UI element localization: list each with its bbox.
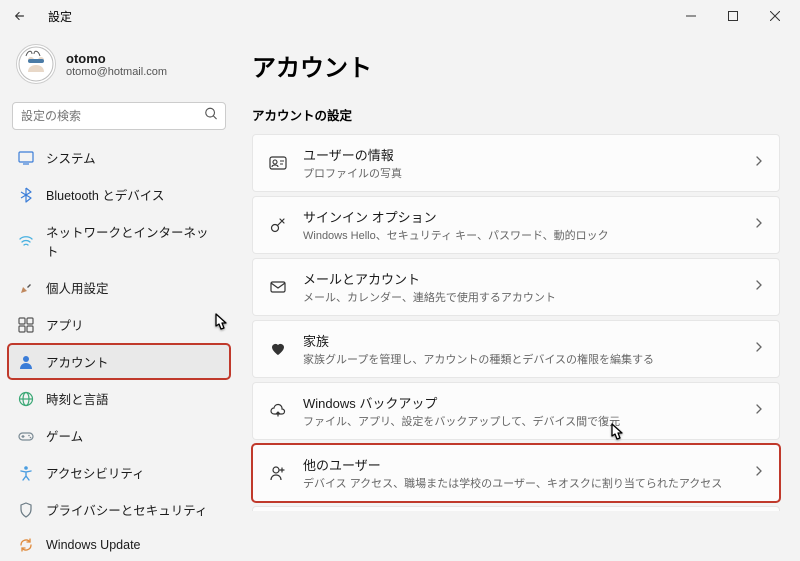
sidebar-item-personalization[interactable]: 個人用設定 [8,270,230,305]
shield-icon [18,502,34,518]
window-title: 設定 [48,8,72,25]
sidebar-item-label: ネットワークとインターネット [46,222,220,260]
setting-title: サインイン オプション [303,207,753,226]
heart-icon [267,340,289,358]
back-button[interactable] [4,0,36,32]
profile-name: otomo [66,51,167,66]
sidebar-item-label: 時刻と言語 [46,389,109,408]
chevron-right-icon [753,402,765,420]
setting-windows-backup[interactable]: Windows バックアップファイル、アプリ、設定をバックアップして、デバイス間… [252,382,780,440]
setting-your-info[interactable]: ユーザーの情報プロファイルの写真 [252,134,780,192]
profile-block[interactable]: otomo otomo@hotmail.com [8,32,230,102]
gamepad-icon [18,428,34,444]
setting-desc: デバイス アクセス、職場または学校のユーザー、キオスクに割り当てられたアクセス [303,475,753,491]
sidebar-item-label: Bluetooth とデバイス [46,185,164,204]
setting-title: メールとアカウント [303,269,753,288]
add-user-icon [267,464,289,482]
apps-icon [18,317,34,333]
accessibility-icon [18,465,34,481]
setting-signin-options[interactable]: サインイン オプションWindows Hello、セキュリティ キー、パスワード… [252,196,780,254]
setting-email-accounts[interactable]: メールとアカウントメール、カレンダー、連絡先で使用するアカウント [252,258,780,316]
setting-desc: メール、カレンダー、連絡先で使用するアカウント [303,289,753,305]
globe-icon [18,391,34,407]
sidebar-item-windows-update[interactable]: Windows Update [8,529,230,561]
chevron-right-icon [753,340,765,358]
update-icon [18,537,34,553]
minimize-button[interactable] [670,0,712,32]
sidebar-item-label: アクセシビリティ [46,463,145,482]
sidebar-item-label: プライバシーとセキュリティ [46,500,208,519]
setting-family[interactable]: 家族家族グループを管理し、アカウントの種類とデバイスの権限を編集する [252,320,780,378]
bluetooth-icon [18,187,34,203]
chevron-right-icon [753,464,765,482]
sidebar-item-label: Windows Update [46,538,141,552]
sidebar-item-privacy[interactable]: プライバシーとセキュリティ [8,492,230,527]
setting-title: Windows バックアップ [303,393,753,412]
arrow-left-icon [13,9,27,23]
close-icon [770,11,780,21]
chevron-right-icon [753,278,765,296]
setting-work-school[interactable]: 職場または学校へのアクセスメール、アプリ、ネットワークなどの組織リソース [252,506,780,511]
setting-other-users[interactable]: 他のユーザーデバイス アクセス、職場または学校のユーザー、キオスクに割り当てられ… [252,444,780,502]
sidebar-item-network[interactable]: ネットワークとインターネット [8,214,230,268]
setting-title: ユーザーの情報 [303,145,753,164]
avatar [16,44,56,84]
search-input[interactable] [12,102,226,130]
close-button[interactable] [754,0,796,32]
mail-icon [267,278,289,296]
setting-desc: プロファイルの写真 [303,165,753,181]
page-title: アカウント [252,48,780,83]
section-title: アカウントの設定 [252,105,780,124]
wifi-icon [18,233,34,249]
setting-desc: 家族グループを管理し、アカウントの種類とデバイスの権限を編集する [303,351,753,367]
setting-title: 家族 [303,331,753,350]
minimize-icon [686,11,696,21]
system-icon [18,150,34,166]
sidebar-item-label: アカウント [46,352,109,371]
cloud-backup-icon [267,402,289,420]
sidebar-item-label: システム [46,148,96,167]
sidebar-item-accessibility[interactable]: アクセシビリティ [8,455,230,490]
profile-email: otomo@hotmail.com [66,66,167,78]
person-icon [18,354,34,370]
setting-title: 他のユーザー [303,455,753,474]
setting-desc: Windows Hello、セキュリティ キー、パスワード、動的ロック [303,227,753,243]
sidebar-item-bluetooth[interactable]: Bluetooth とデバイス [8,177,230,212]
id-card-icon [267,154,289,172]
search-icon [204,107,218,126]
sidebar-item-accounts[interactable]: アカウント [8,344,230,379]
sidebar-item-label: 個人用設定 [46,278,109,297]
chevron-right-icon [753,154,765,172]
paint-icon [18,280,34,296]
setting-desc: ファイル、アプリ、設定をバックアップして、デバイス間で復元 [303,413,753,429]
sidebar-item-label: アプリ [46,315,84,334]
chevron-right-icon [753,216,765,234]
sidebar-item-system[interactable]: システム [8,140,230,175]
sidebar-item-apps[interactable]: アプリ [8,307,230,342]
key-icon [267,216,289,234]
sidebar-item-time-language[interactable]: 時刻と言語 [8,381,230,416]
sidebar-item-label: ゲーム [46,426,83,445]
maximize-icon [728,11,738,21]
maximize-button[interactable] [712,0,754,32]
sidebar-item-gaming[interactable]: ゲーム [8,418,230,453]
